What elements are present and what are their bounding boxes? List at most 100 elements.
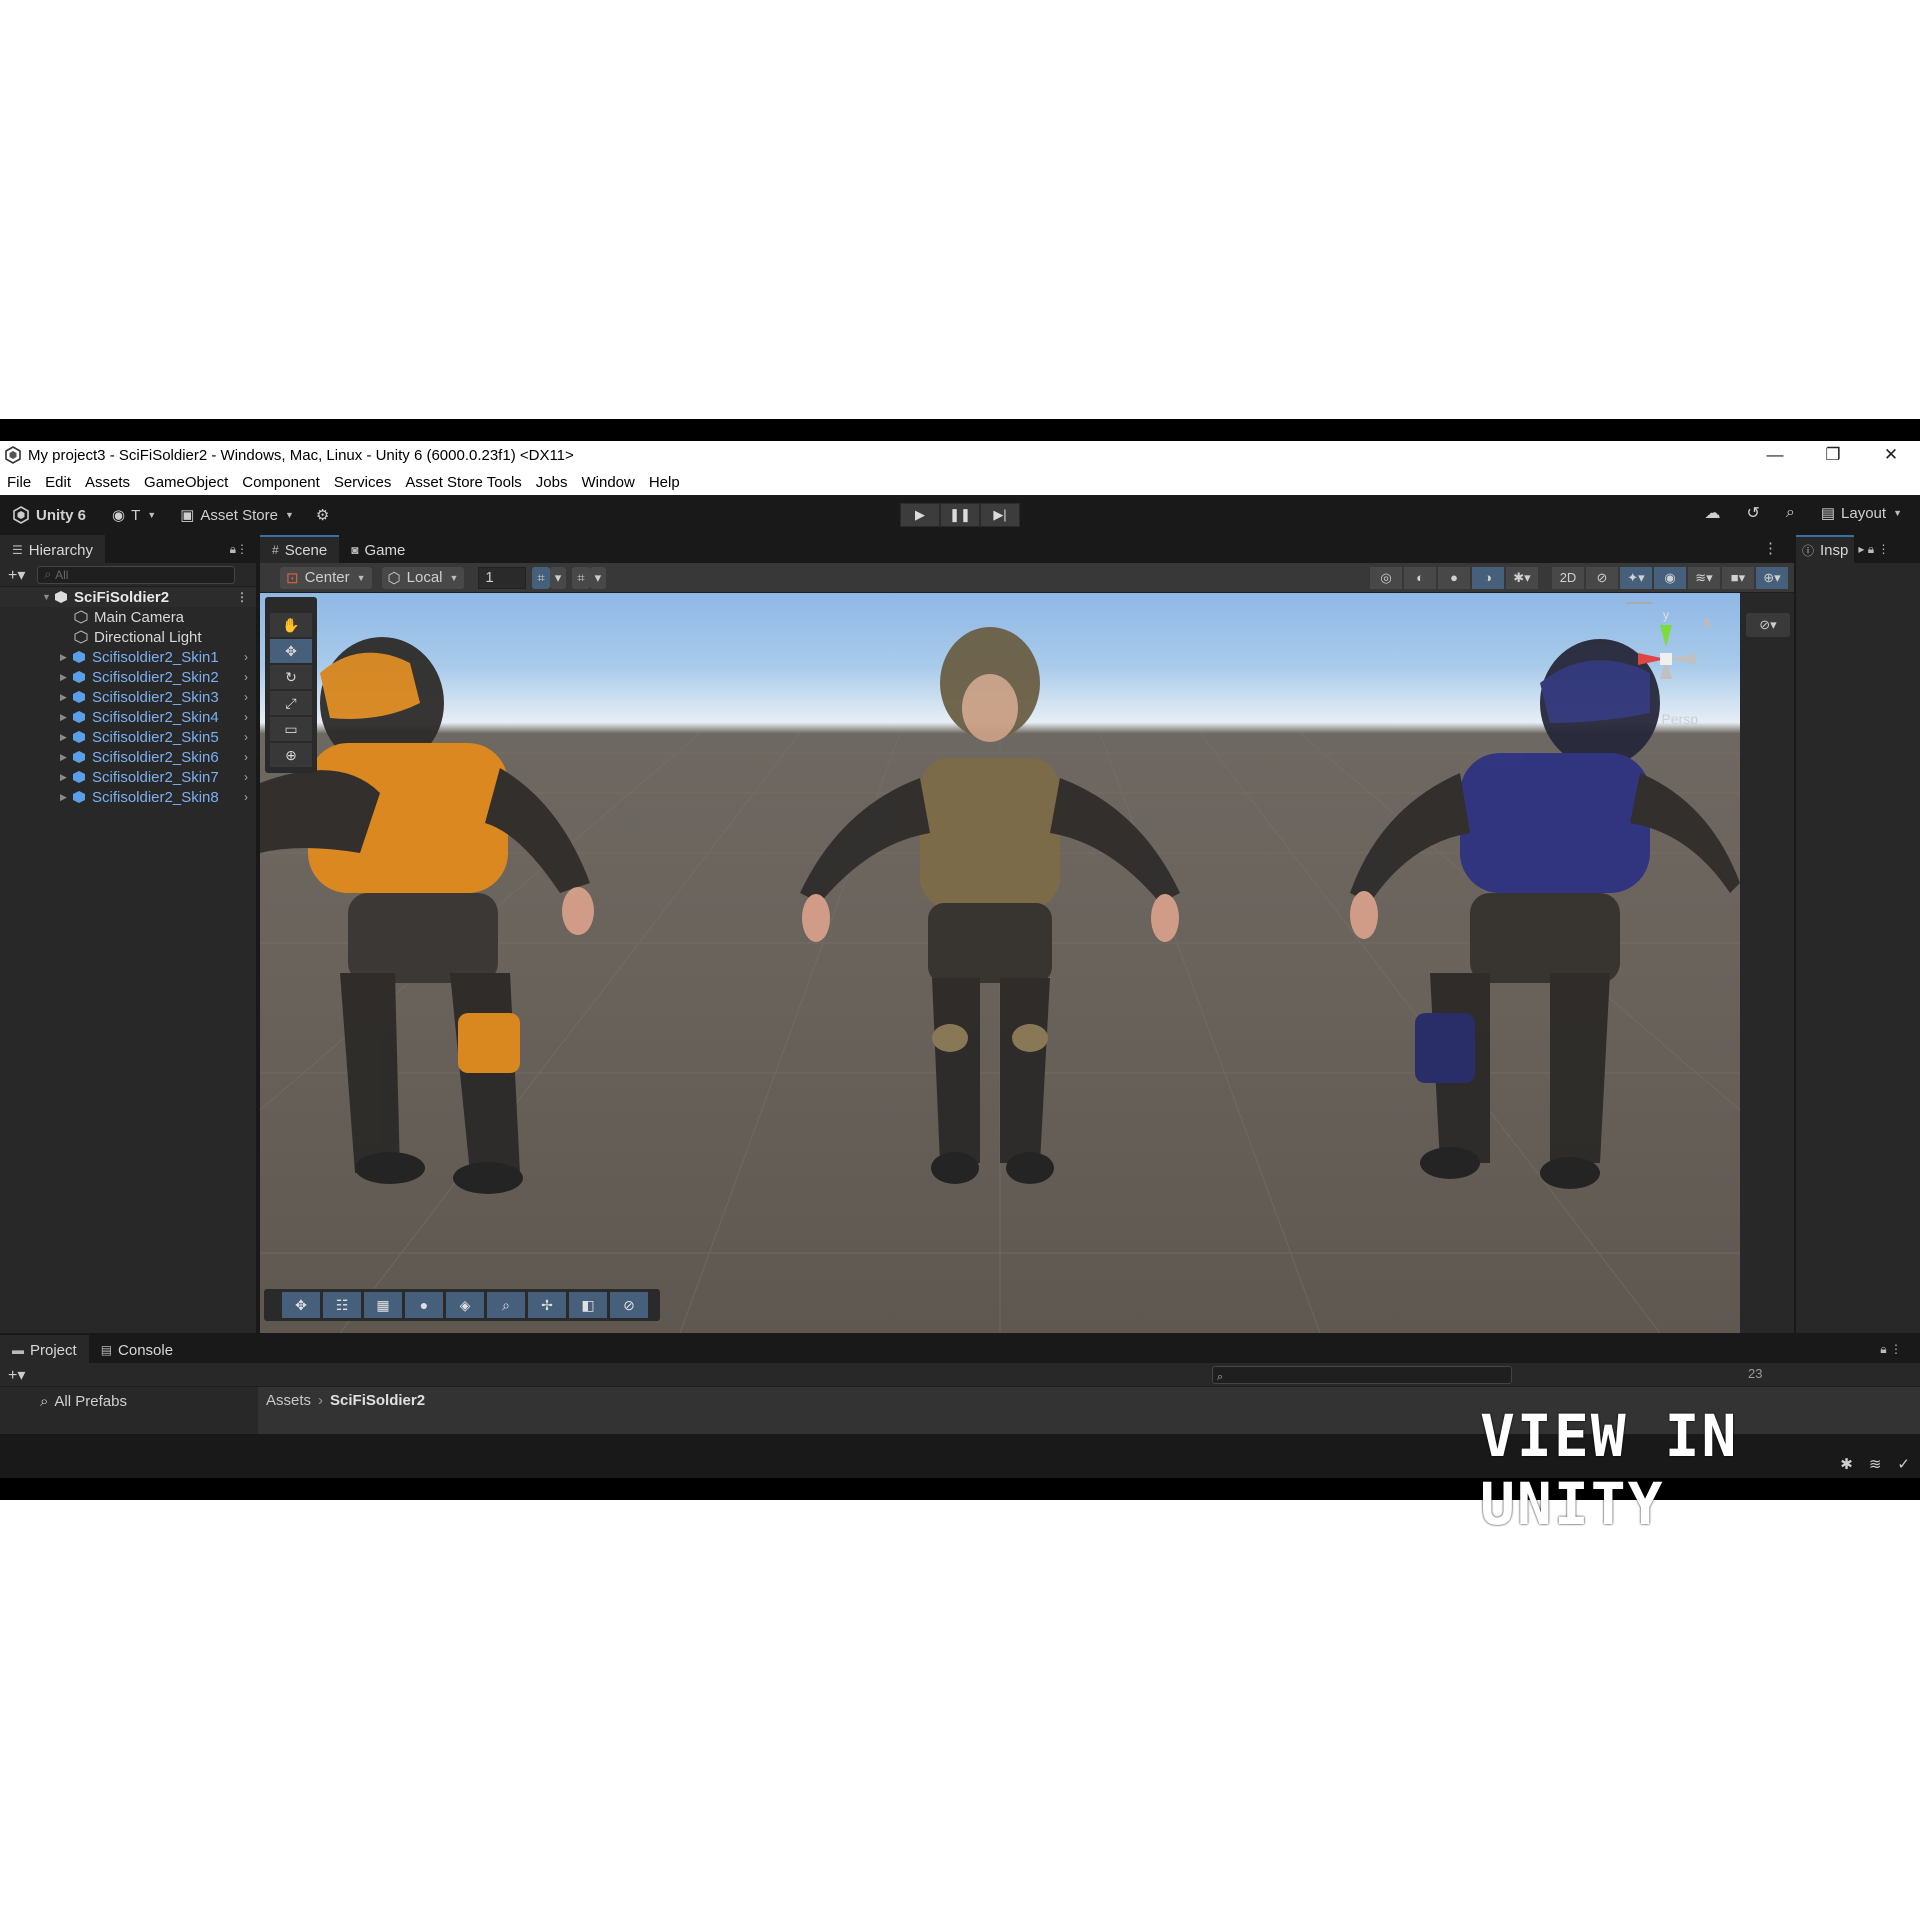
close-button[interactable]: ✕ bbox=[1862, 445, 1920, 465]
wireframe-shading-button[interactable]: ◎ bbox=[1370, 566, 1402, 589]
shaded-button[interactable]: ● bbox=[1438, 566, 1470, 589]
breadcrumb-assets[interactable]: Assets bbox=[266, 1392, 311, 1409]
chevron-right-icon[interactable]: › bbox=[244, 690, 248, 704]
favorite-all-prefabs[interactable]: ⌕ All Prefabs bbox=[40, 1393, 127, 1410]
lock-icon[interactable]: 🔒︎ ⋮ bbox=[1880, 1342, 1902, 1357]
unity-account-button[interactable]: Unity 6 bbox=[12, 506, 86, 524]
menu-gameobject[interactable]: GameObject bbox=[144, 474, 228, 491]
grid-snap-input[interactable]: 1 bbox=[478, 566, 527, 589]
hierarchy-scene-root[interactable]: ▼ SciFiSoldier2 ⋮ bbox=[0, 587, 256, 607]
hierarchy-item-prefab[interactable]: ▶ Scifisoldier2_Skin1 › bbox=[0, 647, 256, 667]
expand-arrow-icon[interactable]: ▶ bbox=[60, 672, 72, 683]
overlay-layers-button[interactable]: ◈ bbox=[446, 1292, 484, 1318]
menu-file[interactable]: File bbox=[7, 474, 31, 491]
hand-tool-button[interactable]: ✋ bbox=[270, 613, 312, 637]
chevron-right-icon[interactable]: › bbox=[244, 790, 248, 804]
2d-toggle[interactable]: 2D bbox=[1552, 566, 1584, 589]
tab-project[interactable]: ▬ Project bbox=[0, 1335, 89, 1363]
rotate-tool-button[interactable]: ↻ bbox=[270, 665, 312, 689]
lock-icon[interactable]: 🔒︎⋮ bbox=[230, 542, 248, 557]
menu-jobs[interactable]: Jobs bbox=[536, 474, 568, 491]
tab-scene[interactable]: # Scene bbox=[260, 535, 340, 563]
tab-game[interactable]: ◙ Game bbox=[339, 535, 417, 563]
project-search-input[interactable]: ⌕ bbox=[1212, 1366, 1512, 1384]
menu-help[interactable]: Help bbox=[649, 474, 680, 491]
overlay-search-button[interactable]: ⌕ bbox=[487, 1292, 525, 1318]
menu-asset-store-tools[interactable]: Asset Store Tools bbox=[405, 474, 521, 491]
overlay-pivot-button[interactable]: ✢ bbox=[528, 1292, 566, 1318]
expand-arrow-icon[interactable]: ▶ bbox=[60, 712, 72, 723]
camera-dropdown[interactable]: ■▾ bbox=[1722, 566, 1754, 589]
lock-icon[interactable]: ▸ 🔒︎ ⋮ bbox=[1858, 542, 1889, 557]
menu-edit[interactable]: Edit bbox=[45, 474, 71, 491]
scene-viewport[interactable]: ✋ ✥ ↻ ⤢ ▭ ⊕ ✥ ☷ ▦ ● ◈ ⌕ ✢ ◧ ⊘ y Persp bbox=[260, 593, 1740, 1333]
expand-arrow-icon[interactable]: ▶ bbox=[60, 692, 72, 703]
chevron-right-icon[interactable]: › bbox=[244, 770, 248, 784]
step-button[interactable]: ▶| bbox=[980, 503, 1020, 527]
layout-dropdown[interactable]: ▤ Layout ▼ bbox=[1821, 504, 1902, 523]
overlay-compass-button[interactable]: ⊘ bbox=[610, 1292, 648, 1318]
hierarchy-item-prefab[interactable]: ▶ Scifisoldier2_Skin2 › bbox=[0, 667, 256, 687]
overlay-align-button[interactable]: ☷ bbox=[323, 1292, 361, 1318]
menu-services[interactable]: Services bbox=[334, 474, 392, 491]
scene-overlay-menu[interactable]: ⊘▾ bbox=[1746, 613, 1790, 637]
tab-console[interactable]: ▤ Console bbox=[89, 1335, 185, 1363]
hierarchy-item-prefab[interactable]: ▶ Scifisoldier2_Skin3 › bbox=[0, 687, 256, 707]
expand-arrow-icon[interactable]: ▶ bbox=[60, 732, 72, 743]
chevron-right-icon[interactable]: › bbox=[244, 710, 248, 724]
move-tool-button[interactable]: ✥ bbox=[270, 639, 312, 663]
hierarchy-item-prefab[interactable]: ▶ Scifisoldier2_Skin8 › bbox=[0, 787, 256, 807]
overlay-camera-button[interactable]: ◧ bbox=[569, 1292, 607, 1318]
expand-arrow-icon[interactable]: ▶ bbox=[60, 792, 72, 803]
space-dropdown[interactable]: ⬡ Local ▼ bbox=[381, 566, 465, 589]
minimize-button[interactable]: — bbox=[1746, 445, 1804, 465]
camera-mode-label[interactable]: Persp bbox=[1661, 711, 1698, 727]
more-icon[interactable]: ⋮ bbox=[236, 590, 248, 604]
account-dropdown[interactable]: ◉ T ▼ bbox=[112, 506, 156, 525]
chevron-right-icon[interactable]: › bbox=[244, 670, 248, 684]
overlay-sphere-button[interactable]: ● bbox=[405, 1292, 443, 1318]
cloud-icon[interactable]: ☁ bbox=[1704, 503, 1720, 523]
breadcrumb-current[interactable]: SciFiSoldier2 bbox=[330, 1392, 425, 1409]
debug-draw-mode-button[interactable]: ✱▾ bbox=[1506, 566, 1538, 589]
menu-window[interactable]: Window bbox=[581, 474, 634, 491]
overlay-grid-button[interactable]: ▦ bbox=[364, 1292, 402, 1318]
expand-arrow-icon[interactable]: ▶ bbox=[60, 652, 72, 663]
transform-tool-button[interactable]: ⊕ bbox=[270, 743, 312, 767]
tab-hierarchy[interactable]: ☰ Hierarchy bbox=[0, 535, 105, 563]
chevron-right-icon[interactable]: › bbox=[244, 730, 248, 744]
expand-arrow-icon[interactable]: ▼ bbox=[42, 592, 54, 602]
chevron-right-icon[interactable]: › bbox=[244, 650, 248, 664]
menu-assets[interactable]: Assets bbox=[85, 474, 130, 491]
grid-toggle[interactable]: ⌗ bbox=[532, 566, 550, 589]
hierarchy-item-prefab[interactable]: ▶ Scifisoldier2_Skin7 › bbox=[0, 767, 256, 787]
snap-toggle[interactable]: ⌗ bbox=[572, 566, 590, 589]
pause-button[interactable]: ❚❚ bbox=[940, 503, 980, 527]
lit-button[interactable]: ◑ bbox=[1472, 566, 1504, 589]
snap-dropdown[interactable]: ▾ bbox=[589, 566, 607, 589]
rect-tool-button[interactable]: ▭ bbox=[270, 717, 312, 741]
effects-dropdown[interactable]: ✦▾ bbox=[1620, 566, 1652, 589]
hierarchy-search-input[interactable]: ⌕ All bbox=[37, 565, 236, 584]
hierarchy-item-prefab[interactable]: ▶ Scifisoldier2_Skin6 › bbox=[0, 747, 256, 767]
restore-button[interactable]: ❐ bbox=[1804, 445, 1862, 465]
layers-dropdown[interactable]: ≋▾ bbox=[1688, 566, 1720, 589]
play-button[interactable]: ▶ bbox=[900, 503, 940, 527]
visibility-toggle[interactable]: ◉ bbox=[1654, 566, 1686, 589]
shaded-wireframe-button[interactable]: ◐ bbox=[1404, 566, 1436, 589]
overlay-move-button[interactable]: ✥ bbox=[282, 1292, 320, 1318]
package-settings-button[interactable]: ⚙ bbox=[316, 506, 335, 524]
hierarchy-item[interactable]: Directional Light bbox=[0, 627, 256, 647]
audio-toggle[interactable]: ⊘ bbox=[1586, 566, 1618, 589]
more-icon[interactable]: ⋮ bbox=[1763, 539, 1778, 557]
menu-component[interactable]: Component bbox=[242, 474, 320, 491]
chevron-right-icon[interactable]: › bbox=[244, 750, 248, 764]
add-icon[interactable]: +▾ bbox=[8, 565, 25, 585]
tab-inspector[interactable]: ⓘ Insp bbox=[1796, 535, 1855, 563]
scale-tool-button[interactable]: ⤢ bbox=[270, 691, 312, 715]
add-icon[interactable]: +▾ bbox=[8, 1365, 25, 1385]
hierarchy-item-prefab[interactable]: ▶ Scifisoldier2_Skin5 › bbox=[0, 727, 256, 747]
history-icon[interactable]: ↺ bbox=[1746, 503, 1759, 523]
expand-arrow-icon[interactable]: ▶ bbox=[60, 772, 72, 783]
expand-arrow-icon[interactable]: ▶ bbox=[60, 752, 72, 763]
